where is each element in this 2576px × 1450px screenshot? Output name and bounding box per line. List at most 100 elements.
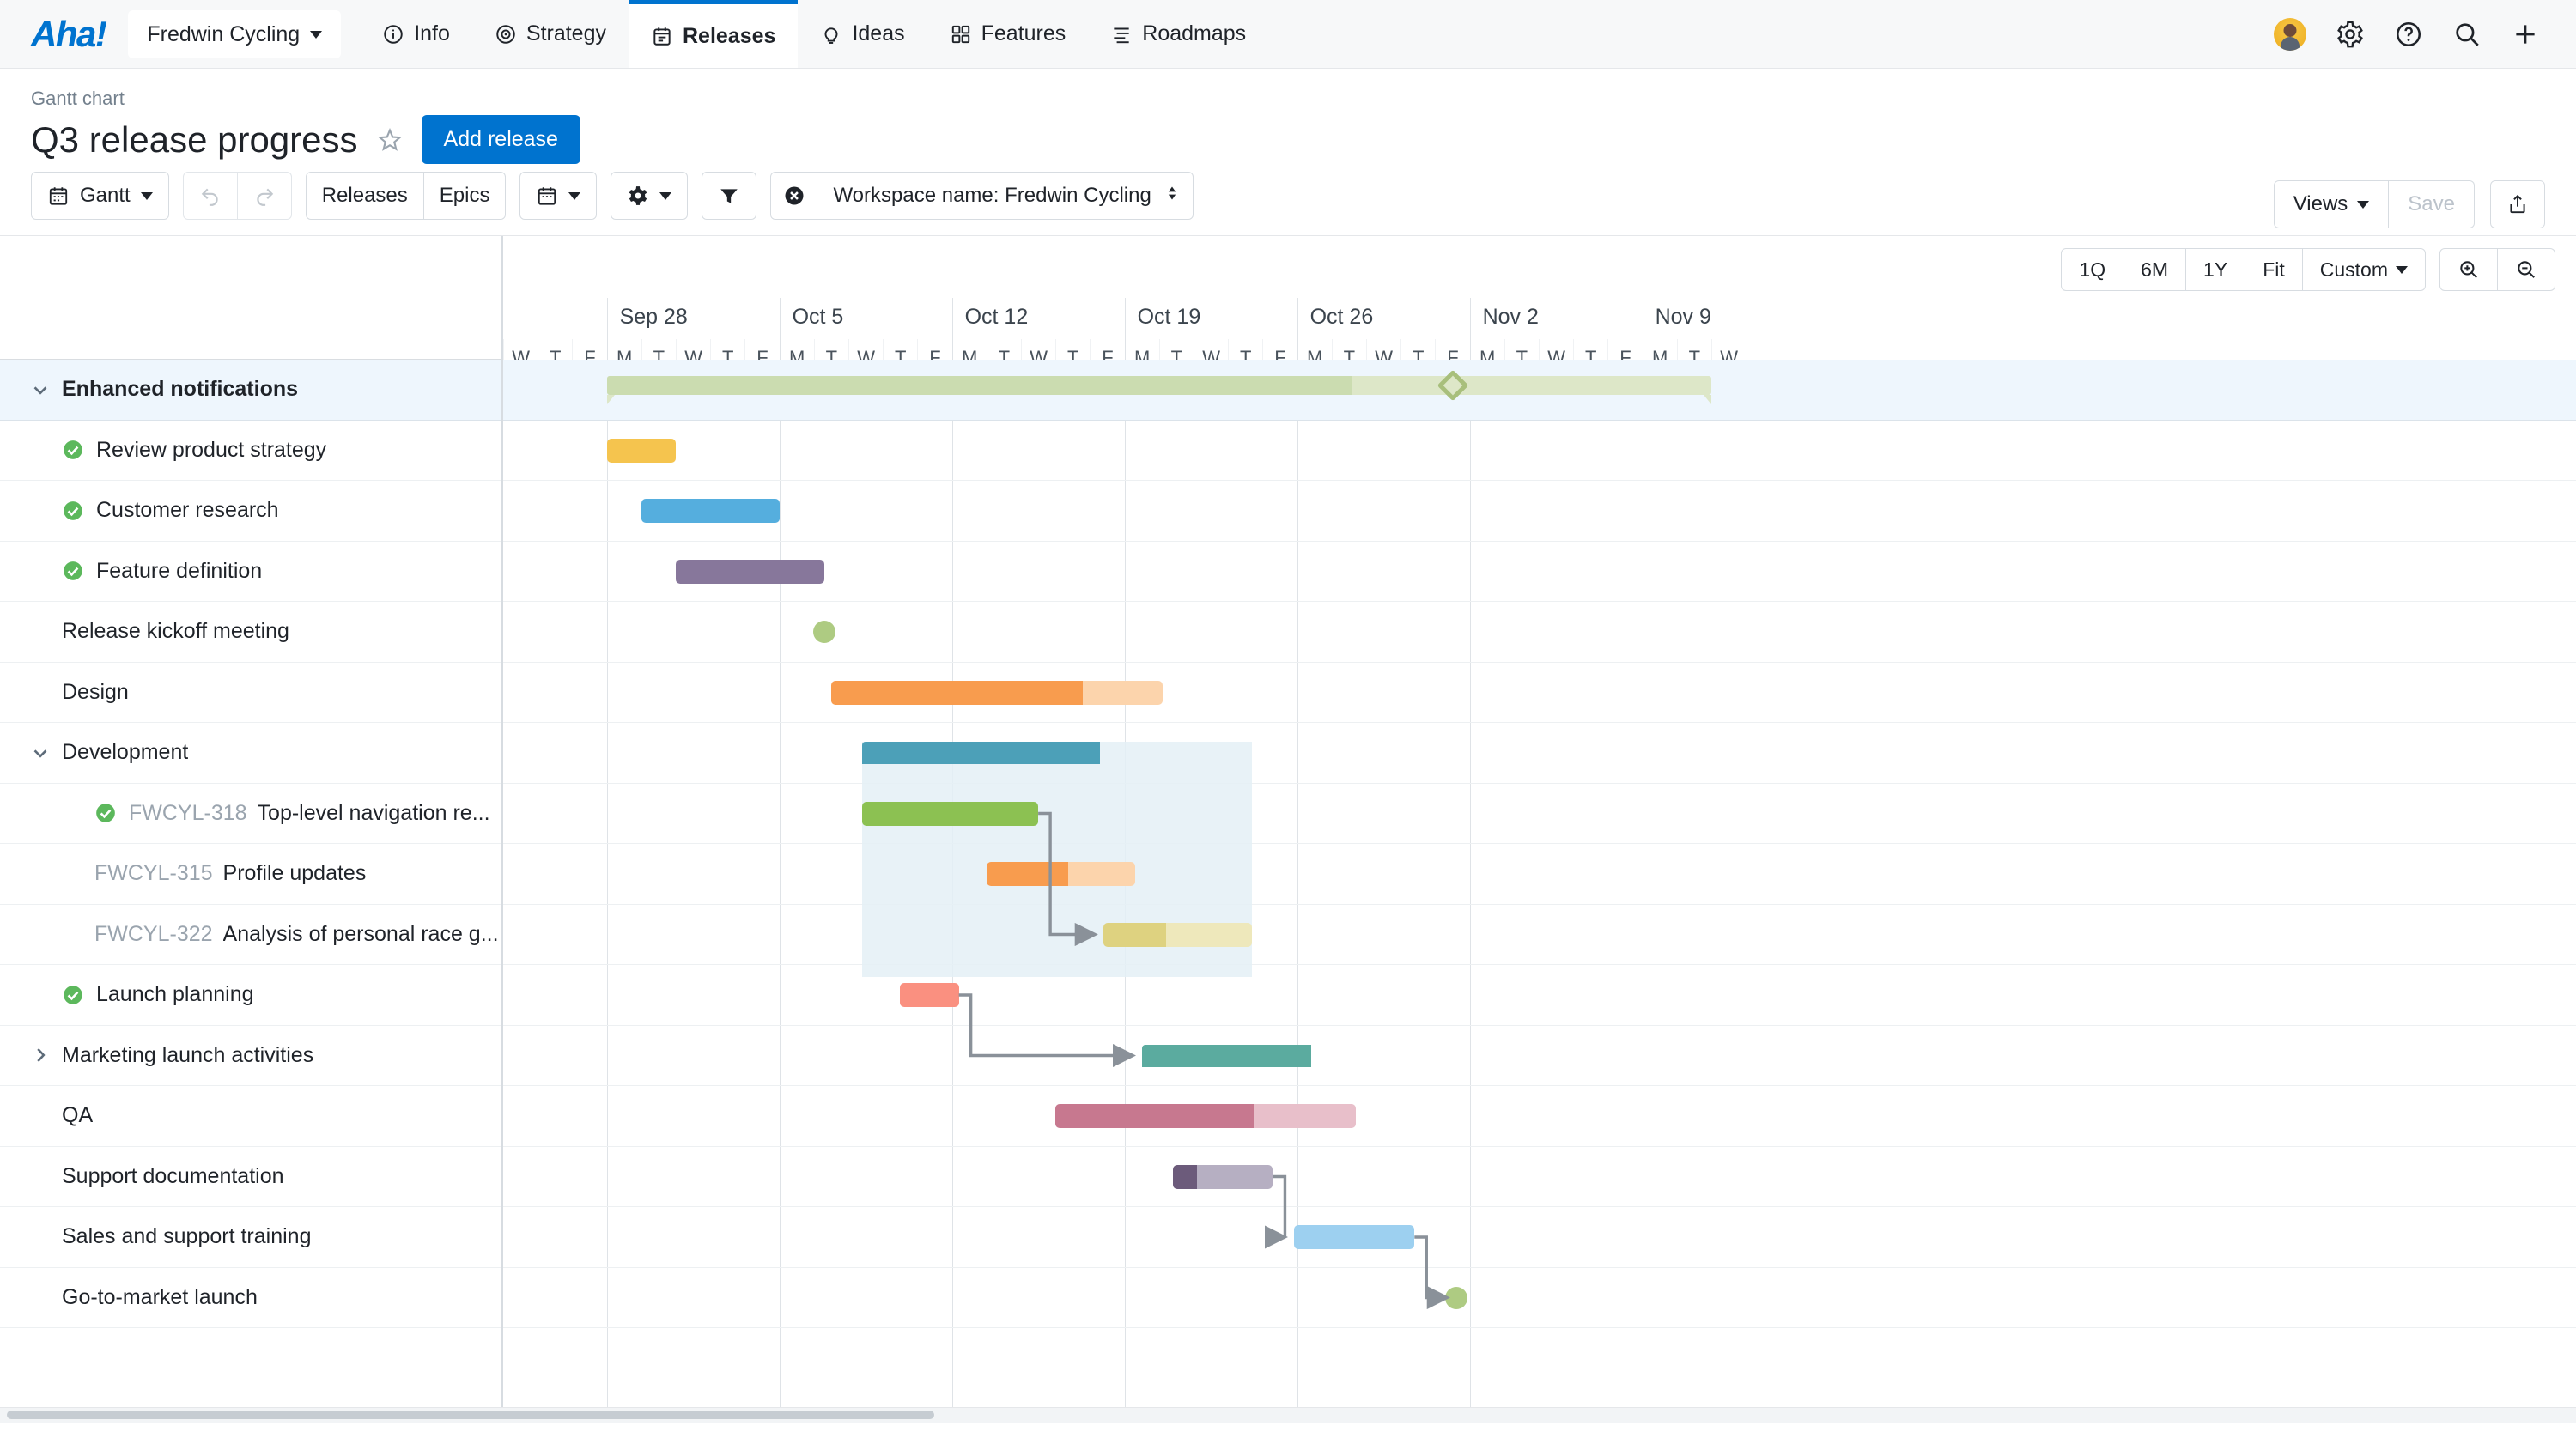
chevron-down-icon[interactable] bbox=[29, 742, 52, 764]
page-header: Gantt chart Q3 release progress Add rele… bbox=[0, 69, 2576, 228]
add-release-button[interactable]: Add release bbox=[421, 115, 580, 164]
task-row[interactable]: Support documentation bbox=[0, 1147, 501, 1207]
progress-fill bbox=[1055, 1104, 1254, 1128]
undo-button[interactable] bbox=[182, 172, 238, 220]
tab-epics[interactable]: Epics bbox=[423, 172, 507, 220]
task-row[interactable]: Review product strategy bbox=[0, 421, 501, 481]
zoom-out-button[interactable] bbox=[2498, 248, 2555, 291]
row-label: Release kickoff meeting bbox=[62, 619, 289, 644]
date-range-button[interactable] bbox=[519, 172, 598, 220]
group-row[interactable]: Development bbox=[0, 723, 501, 784]
completed-check-icon bbox=[62, 500, 84, 522]
task-row[interactable]: Sales and support training bbox=[0, 1207, 501, 1268]
views-button[interactable]: Views bbox=[2273, 180, 2390, 228]
range-1q[interactable]: 1Q bbox=[2061, 248, 2124, 291]
zoom-in-icon bbox=[2458, 258, 2480, 281]
star-icon[interactable] bbox=[377, 127, 403, 153]
save-button[interactable]: Save bbox=[2389, 180, 2475, 228]
task-row[interactable]: Launch planning bbox=[0, 965, 501, 1026]
gantt-row-list-pane: Enhanced notifications Review product str… bbox=[0, 236, 503, 1423]
range-6m[interactable]: 6M bbox=[2123, 248, 2187, 291]
avatar[interactable] bbox=[2274, 17, 2306, 51]
nav-item-ideas[interactable]: Ideas bbox=[798, 0, 927, 68]
task-bar[interactable] bbox=[641, 499, 780, 523]
progress-fill bbox=[606, 438, 676, 463]
task-bar[interactable] bbox=[830, 680, 1163, 705]
page-title: Q3 release progress bbox=[31, 118, 358, 160]
nav-item-releases[interactable]: Releases bbox=[629, 0, 799, 68]
task-row[interactable]: Feature definition bbox=[0, 542, 501, 602]
progress-fill bbox=[862, 801, 1039, 826]
share-button[interactable] bbox=[2490, 180, 2545, 228]
release-milestone-diamond[interactable] bbox=[1437, 369, 1468, 402]
gear-icon[interactable] bbox=[2336, 20, 2365, 49]
task-row[interactable]: FWCYL-315 Profile updates bbox=[0, 844, 501, 905]
nav-item-features[interactable]: Features bbox=[927, 0, 1089, 68]
views-label: Views bbox=[2293, 192, 2348, 215]
row-label: Development bbox=[62, 740, 189, 765]
redo-button[interactable] bbox=[237, 172, 292, 220]
view-type-selector[interactable]: Gantt bbox=[31, 172, 169, 220]
task-row[interactable]: FWCYL-318 Top-level navigation re... bbox=[0, 784, 501, 844]
nav-item-info[interactable]: Info bbox=[360, 0, 472, 68]
task-bar[interactable] bbox=[1293, 1225, 1415, 1249]
task-row[interactable]: Go-to-market launch bbox=[0, 1268, 501, 1328]
milestone-marker[interactable] bbox=[1444, 1286, 1467, 1309]
row-label: Feature definition bbox=[96, 558, 263, 583]
workspace-switcher[interactable]: Fredwin Cycling bbox=[128, 10, 342, 58]
tab-releases[interactable]: Releases bbox=[305, 172, 424, 220]
milestone-marker[interactable] bbox=[812, 621, 835, 643]
task-row[interactable]: FWCYL-322 Analysis of personal race g... bbox=[0, 905, 501, 965]
task-bar[interactable] bbox=[606, 438, 676, 463]
group-row[interactable]: Marketing launch activities bbox=[0, 1026, 501, 1086]
workspace-filter-chip[interactable]: Workspace name: Fredwin Cycling bbox=[770, 172, 1194, 220]
redo-icon bbox=[253, 185, 276, 207]
filter-button[interactable] bbox=[702, 172, 757, 220]
task-bar[interactable] bbox=[1172, 1164, 1273, 1189]
record-reference: FWCYL-318 bbox=[129, 800, 247, 825]
task-bar[interactable] bbox=[1055, 1104, 1356, 1128]
remaining-fill bbox=[1254, 1104, 1356, 1128]
primary-nav: Info Strategy Releases Ideas Features Ro… bbox=[360, 0, 1268, 68]
chevron-right-icon[interactable] bbox=[29, 1044, 52, 1066]
range-custom[interactable]: Custom bbox=[2302, 248, 2426, 291]
task-row[interactable]: Release kickoff meeting bbox=[0, 602, 501, 663]
group-summary-bar[interactable] bbox=[1141, 1044, 1380, 1067]
horizontal-scrollbar-thumb[interactable] bbox=[7, 1411, 934, 1419]
task-bar[interactable] bbox=[676, 559, 824, 584]
settings-button[interactable] bbox=[611, 172, 689, 220]
task-bar[interactable] bbox=[862, 801, 1039, 826]
target-icon bbox=[495, 23, 517, 46]
remaining-fill bbox=[1293, 1225, 1415, 1249]
zoom-button-group bbox=[2439, 248, 2555, 291]
horizontal-scrollbar-track bbox=[0, 1407, 2576, 1423]
gantt-timeline-pane: 1Q 6M 1Y Fit Custom Sep 28 Oct 5 Oct 12 Oct… bbox=[503, 236, 2576, 1423]
task-bar[interactable] bbox=[1103, 922, 1253, 947]
task-bar[interactable] bbox=[900, 983, 959, 1007]
views-save-group: Views Save bbox=[2273, 180, 2475, 228]
nav-item-roadmaps[interactable]: Roadmaps bbox=[1088, 0, 1268, 68]
undo-icon bbox=[199, 185, 222, 207]
release-row[interactable]: Enhanced notifications bbox=[0, 360, 501, 421]
chevron-down-icon bbox=[659, 191, 672, 200]
nav-item-strategy[interactable]: Strategy bbox=[472, 0, 629, 68]
search-icon[interactable] bbox=[2452, 20, 2482, 49]
zoom-in-button[interactable] bbox=[2439, 248, 2498, 291]
row-label: Marketing launch activities bbox=[62, 1042, 314, 1067]
group-summary-bar[interactable] bbox=[862, 742, 1252, 764]
range-1y[interactable]: 1Y bbox=[2186, 248, 2246, 291]
release-progress-fill bbox=[606, 376, 1352, 395]
clear-icon[interactable] bbox=[771, 173, 818, 219]
chevron-down-icon[interactable] bbox=[29, 379, 52, 401]
task-row[interactable]: QA bbox=[0, 1086, 501, 1147]
plus-icon[interactable] bbox=[2511, 20, 2540, 49]
aha-logo[interactable]: Aha! bbox=[0, 0, 128, 68]
help-icon[interactable] bbox=[2394, 20, 2423, 49]
completed-check-icon bbox=[62, 984, 84, 1006]
nav-label-ideas: Ideas bbox=[852, 21, 905, 46]
task-row[interactable]: Customer research bbox=[0, 481, 501, 542]
task-row[interactable]: Design bbox=[0, 663, 501, 723]
gantt-chart: Enhanced notifications Review product str… bbox=[0, 236, 2576, 1423]
task-bar[interactable] bbox=[986, 862, 1135, 886]
range-fit[interactable]: Fit bbox=[2245, 248, 2303, 291]
